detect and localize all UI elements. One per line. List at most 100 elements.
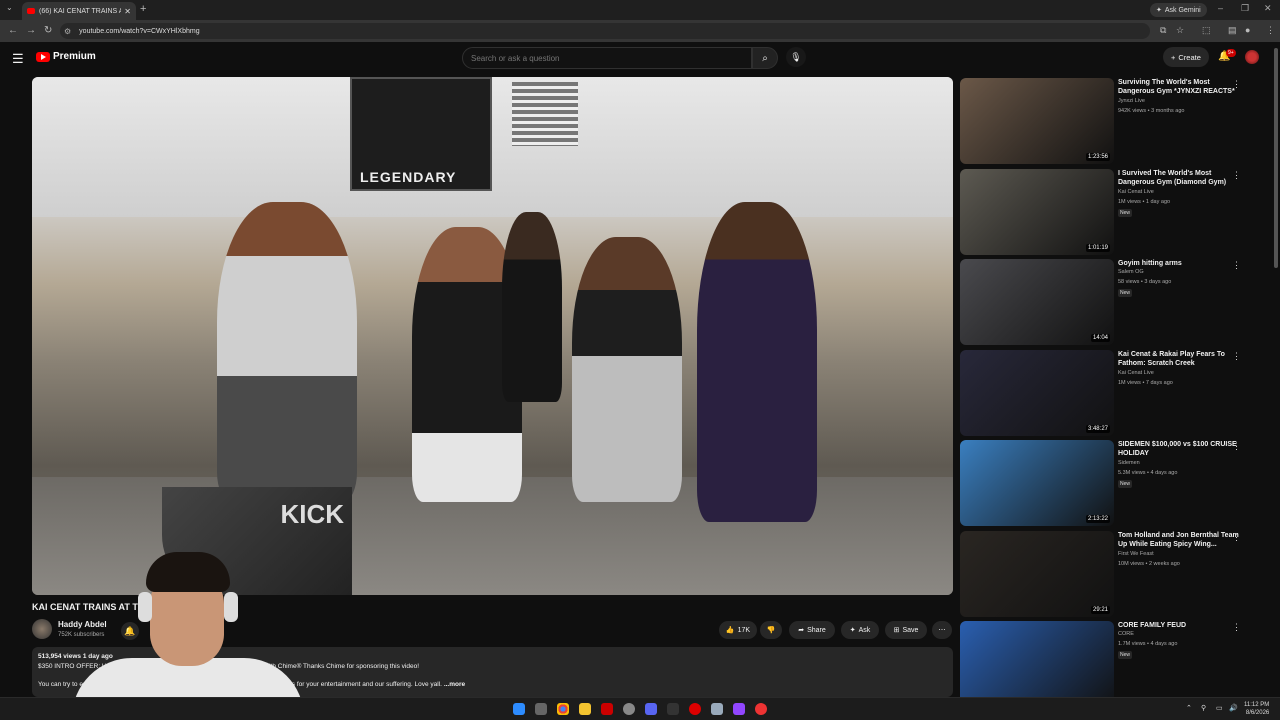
maximize-icon[interactable]: ❐ [1241, 3, 1249, 14]
video-thumbnail[interactable]: 3:48:27 [960, 349, 1114, 436]
duration-badge: 3:48:27 [1085, 424, 1110, 433]
more-vert-icon[interactable]: ⋮ [1232, 351, 1241, 362]
twitch-icon[interactable] [733, 703, 745, 715]
new-tab-icon[interactable]: + [140, 3, 146, 15]
video-player[interactable]: LEGENDARY KICK [32, 77, 953, 595]
video-thumbnail[interactable]: 14:04 [960, 259, 1114, 345]
more-vert-icon[interactable]: ⋮ [1232, 532, 1241, 543]
recommendation-title[interactable]: Kai Cenat & Rakai Play Fears To Fathom: … [1118, 350, 1246, 368]
menu-dots-icon[interactable]: ⋮ [1266, 25, 1275, 36]
sidebar-icon[interactable]: ▤ [1228, 25, 1237, 36]
webcam-overlay [72, 548, 304, 718]
recommendation-channel[interactable]: Kai Cenat Live [1118, 189, 1154, 195]
discord-icon[interactable] [645, 703, 657, 715]
recommendation-title[interactable]: I Survived The World's Most Dangerous Gy… [1118, 169, 1246, 187]
recommendation-item[interactable]: CORE FAMILY FEUD CORE 1.7M views • 4 days … [960, 621, 1260, 707]
system-clock[interactable]: 11:12 PM 8/6/2026 [1244, 701, 1269, 717]
new-badge: New [1118, 289, 1133, 297]
install-icon[interactable]: ⧉ [1160, 25, 1166, 36]
recommendation-item[interactable]: 2:13:22 SIDEMEN $100,000 vs $100 CRUISE H… [960, 440, 1260, 526]
search-input[interactable] [462, 47, 752, 69]
browser-tab[interactable]: (66) KAI CENAT TRAINS AT ✕ [22, 2, 136, 20]
more-vert-icon[interactable]: ⋮ [1232, 170, 1241, 181]
youtube-header: ☰ Premium ⌕ 🎙 + Create 🔔 9+ [0, 42, 1280, 74]
opera-icon[interactable] [689, 703, 701, 715]
video-thumbnail[interactable]: 2:13:22 [960, 440, 1114, 526]
like-button[interactable]: 👍 17K [719, 621, 757, 639]
file-explorer-icon[interactable] [579, 703, 591, 715]
search-button[interactable]: ⌕ [752, 47, 778, 69]
photos-icon[interactable] [711, 703, 723, 715]
more-vert-icon[interactable]: ⋮ [1232, 260, 1241, 271]
task-view-icon[interactable] [535, 703, 547, 715]
network-icon[interactable]: ▭ [1216, 704, 1223, 712]
ask-gemini-label: Ask Gemini [1164, 6, 1201, 14]
recommendation-item[interactable]: 3:48:27 Kai Cenat & Rakai Play Fears To F… [960, 349, 1260, 436]
save-icon: ⊞ [893, 627, 900, 634]
recommendation-item[interactable]: 1:23:56 Surviving The World's Most Danger… [960, 78, 1260, 164]
voice-search-button[interactable]: 🎙 [786, 47, 806, 67]
more-link[interactable]: ...more [444, 681, 465, 688]
obs-icon[interactable] [623, 703, 635, 715]
profile-icon[interactable]: ● [1245, 25, 1250, 35]
channel-avatar[interactable] [32, 619, 52, 639]
app-icon[interactable] [601, 703, 613, 715]
youtube-logo[interactable]: Premium [36, 51, 96, 62]
video-thumbnail[interactable]: 29:21 [960, 530, 1114, 617]
recommendation-channel[interactable]: Salem OG [1118, 269, 1144, 275]
share-button[interactable]: ➦ Share [789, 621, 835, 639]
app-icon[interactable] [667, 703, 679, 715]
recommendation-title[interactable]: Tom Holland and Jon Bernthal Team Up Whi… [1118, 531, 1246, 549]
volume-icon[interactable]: 🔊 [1229, 704, 1238, 712]
back-icon[interactable]: ← [8, 25, 18, 36]
more-vert-icon[interactable]: ⋮ [1232, 79, 1241, 90]
recommendation-channel[interactable]: Sidemen [1118, 460, 1140, 466]
thumbs-down-icon: 👎 [766, 627, 776, 634]
recommendation-item[interactable]: 14:04 Goyim hitting arms Salem OG 58 views … [960, 259, 1260, 345]
recommendation-channel[interactable]: First We Feast [1118, 551, 1154, 557]
recommendation-item[interactable]: 1:01:19 I Survived The World's Most Dange… [960, 168, 1260, 255]
create-button[interactable]: + Create [1163, 47, 1209, 67]
close-tab-icon[interactable]: ✕ [124, 7, 131, 16]
url-bar[interactable]: ⚙ youtube.com/watch?v=CWxYHlXbhmg [60, 23, 1150, 39]
page-scrollbar[interactable] [1274, 48, 1278, 268]
tab-search-icon[interactable]: ⌄ [6, 3, 13, 12]
video-thumbnail[interactable]: 1:23:56 [960, 78, 1114, 164]
close-window-icon[interactable]: ✕ [1264, 3, 1272, 14]
bookmark-star-icon[interactable]: ☆ [1176, 25, 1184, 36]
gemini-icon: ✦ [1156, 7, 1162, 14]
forward-icon[interactable]: → [26, 25, 36, 36]
ask-button[interactable]: ✦ Ask [841, 621, 879, 639]
recommendation-title[interactable]: CORE FAMILY FEUD [1118, 621, 1246, 630]
menu-icon[interactable]: ☰ [12, 51, 24, 67]
reload-icon[interactable]: ↻ [44, 25, 52, 36]
dislike-button[interactable]: 👎 [760, 621, 782, 639]
video-thumbnail[interactable] [960, 621, 1114, 707]
recommendation-channel[interactable]: CORE [1118, 631, 1134, 637]
like-count: 17K [737, 626, 751, 634]
app-icon[interactable] [755, 703, 767, 715]
more-vert-icon[interactable]: ⋮ [1232, 622, 1241, 633]
save-button[interactable]: ⊞ Save [885, 621, 927, 639]
recommendation-title[interactable]: Surviving The World's Most Dangerous Gym… [1118, 78, 1246, 96]
video-thumbnail[interactable]: 1:01:19 [960, 168, 1114, 255]
site-info-icon[interactable]: ⚙ [64, 27, 71, 36]
recommendation-channel[interactable]: Kai Cenat Live [1118, 370, 1154, 376]
duration-badge: 1:01:19 [1085, 243, 1110, 252]
recommendation-title[interactable]: SIDEMEN $100,000 vs $100 CRUISE HOLIDAY [1118, 440, 1246, 458]
recommendation-title[interactable]: Goyim hitting arms [1118, 259, 1246, 268]
banner-text: LEGENDARY [360, 169, 457, 185]
recommendation-item[interactable]: 29:21 Tom Holland and Jon Bernthal Team U… [960, 530, 1260, 617]
recommendation-channel[interactable]: Jynxzi Live [1118, 98, 1145, 104]
ask-label: Ask [858, 626, 871, 634]
account-avatar[interactable] [1245, 50, 1259, 64]
tray-app-icon[interactable]: ⚲ [1201, 704, 1206, 712]
minimize-icon[interactable]: – [1218, 3, 1223, 13]
chrome-icon[interactable] [557, 703, 569, 715]
extensions-icon[interactable]: ⬚ [1202, 25, 1211, 36]
more-vert-icon[interactable]: ⋮ [1232, 441, 1241, 452]
more-actions-button[interactable]: ⋯ [932, 621, 952, 639]
ask-gemini-button[interactable]: ✦ Ask Gemini [1150, 3, 1207, 17]
tray-chevron-icon[interactable]: ⌃ [1186, 704, 1192, 712]
start-icon[interactable] [513, 703, 525, 715]
